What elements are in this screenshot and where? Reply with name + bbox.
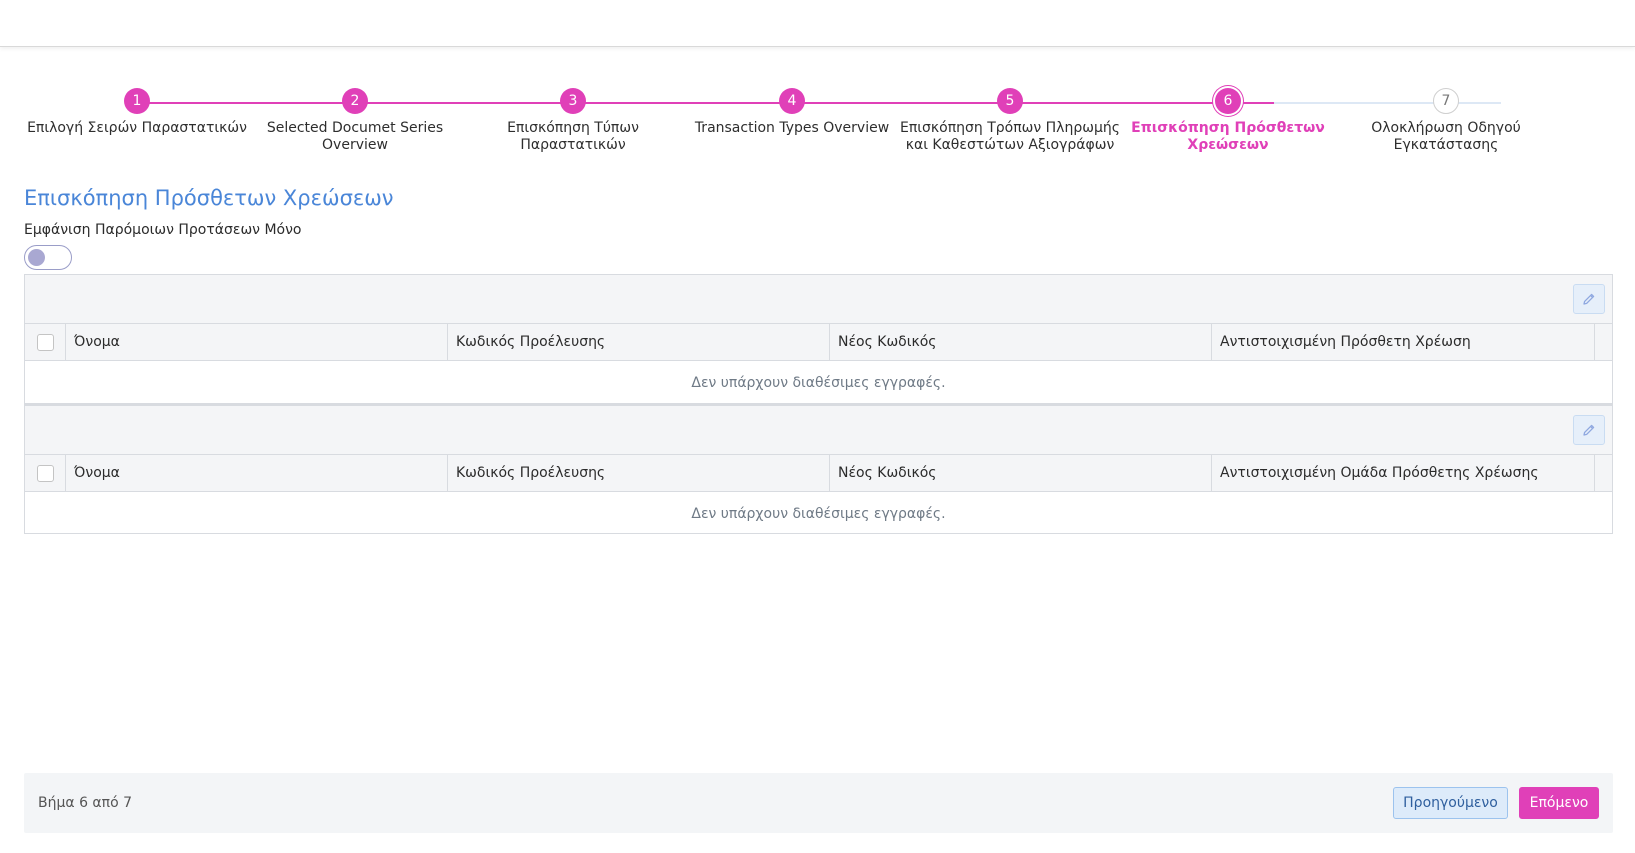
column-header-name[interactable]: Όνομα (66, 455, 448, 491)
wizard-footer: Βήμα 6 από 7 Προηγούμενο Επόμενο (24, 773, 1613, 833)
column-header-name[interactable]: Όνομα (66, 324, 448, 360)
edit-button[interactable] (1573, 415, 1605, 445)
step-label: Επισκόπηση Τρόπων Πληρωμής και Καθεστώτω… (900, 120, 1120, 153)
top-header-bar (0, 0, 1635, 47)
wizard-step-5[interactable]: 5 Επισκόπηση Τρόπων Πληρωμής και Καθεστώ… (897, 88, 1123, 154)
step-number-circle: 3 (560, 88, 586, 114)
column-header-filler (1595, 455, 1612, 491)
grid-header-row: Όνομα Κωδικός Προέλευσης Νέος Κωδικός Αν… (25, 455, 1612, 492)
next-button[interactable]: Επόμενο (1519, 787, 1599, 819)
toggle-knob (28, 249, 45, 266)
wizard-step-1[interactable]: 1 Επιλογή Σειρών Παραστατικών (24, 88, 250, 137)
page-title: Επισκόπηση Πρόσθετων Χρεώσεων (24, 186, 394, 210)
wizard-step-3[interactable]: 3 Επισκόπηση Τύπων Παραστατικών (460, 88, 686, 154)
additional-charges-grid: Όνομα Κωδικός Προέλευσης Νέος Κωδικός Αν… (24, 274, 1613, 404)
column-header-new-code[interactable]: Νέος Κωδικός (830, 324, 1212, 360)
select-all-checkbox[interactable] (36, 464, 54, 482)
step-label: Selected Documet Series Overview (266, 120, 444, 153)
grid-toolbar (25, 275, 1612, 324)
grid-empty-message: Δεν υπάρχουν διαθέσιμες εγγραφές. (691, 506, 946, 522)
grid-toolbar (25, 406, 1612, 455)
column-header-source-code[interactable]: Κωδικός Προέλευσης (448, 324, 830, 360)
step-label: Transaction Types Overview (694, 120, 890, 136)
step-number-circle: 4 (779, 88, 805, 114)
step-label: Ολοκλήρωση Οδηγού Εγκατάστασης (1371, 120, 1521, 153)
additional-charge-groups-grid: Όνομα Κωδικός Προέλευσης Νέος Κωδικός Αν… (24, 404, 1613, 534)
select-all-checkbox[interactable] (36, 333, 54, 351)
select-all-cell (25, 324, 66, 360)
wizard-step-6[interactable]: 6 Επισκόπηση Πρόσθετων Χρεώσεων (1115, 88, 1341, 154)
step-label: Επισκόπηση Τύπων Παραστατικών (507, 120, 639, 153)
step-label: Επιλογή Σειρών Παραστατικών (27, 120, 247, 136)
wizard-stepper: 1 Επιλογή Σειρών Παραστατικών 2 Selected… (24, 88, 1544, 168)
pencil-icon (1583, 424, 1595, 436)
step-label: Επισκόπηση Πρόσθετων Χρεώσεων (1131, 120, 1325, 153)
column-header-mapped-charge[interactable]: Αντιστοιχισμένη Πρόσθετη Χρέωση (1212, 324, 1595, 360)
column-header-filler (1595, 324, 1612, 360)
step-number-circle: 1 (124, 88, 150, 114)
wizard-step-7[interactable]: 7 Ολοκλήρωση Οδηγού Εγκατάστασης (1333, 88, 1559, 154)
wizard-step-2[interactable]: 2 Selected Documet Series Overview (242, 88, 468, 154)
step-number-circle: 6 (1215, 88, 1241, 114)
select-all-cell (25, 455, 66, 491)
step-number-circle: 5 (997, 88, 1023, 114)
step-counter: Βήμα 6 από 7 (38, 795, 133, 811)
grid-header-row: Όνομα Κωδικός Προέλευσης Νέος Κωδικός Αν… (25, 324, 1612, 361)
similar-suggestions-toggle[interactable] (24, 245, 72, 270)
grid-empty-message: Δεν υπάρχουν διαθέσιμες εγγραφές. (691, 375, 946, 391)
step-number-circle: 2 (342, 88, 368, 114)
toggle-label: Εμφάνιση Παρόμοιων Προτάσεων Μόνο (24, 222, 302, 238)
column-header-mapped-charge-group[interactable]: Αντιστοιχισμένη Ομάδα Πρόσθετης Χρέωσης (1212, 455, 1595, 491)
edit-button[interactable] (1573, 284, 1605, 314)
step-number-circle: 7 (1433, 88, 1459, 114)
column-header-source-code[interactable]: Κωδικός Προέλευσης (448, 455, 830, 491)
pencil-icon (1583, 293, 1595, 305)
wizard-step-4[interactable]: 4 Transaction Types Overview (679, 88, 905, 137)
column-header-new-code[interactable]: Νέος Κωδικός (830, 455, 1212, 491)
previous-button[interactable]: Προηγούμενο (1393, 787, 1508, 819)
